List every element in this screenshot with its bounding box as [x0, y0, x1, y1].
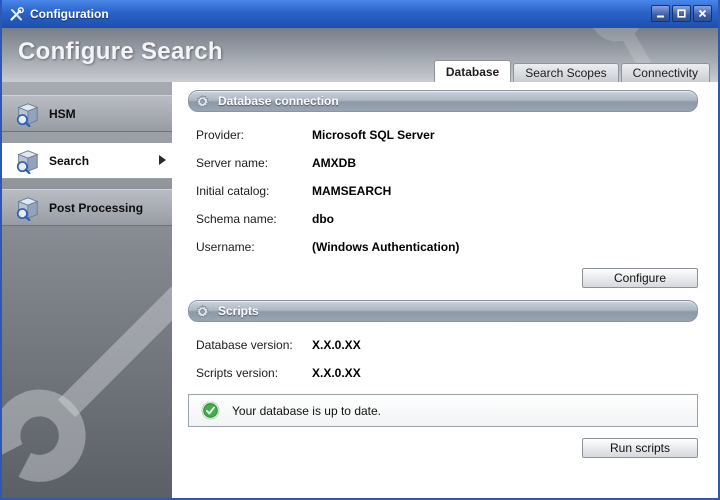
maximize-button[interactable]: [672, 5, 691, 22]
post-processing-server-icon: [14, 195, 40, 221]
window-title: Configuration: [30, 7, 109, 21]
tab-bar: Database Search Scopes Connectivity: [432, 60, 710, 82]
sidebar-item-post-processing[interactable]: Post Processing: [2, 189, 172, 226]
tab-database[interactable]: Database: [434, 60, 511, 82]
sidebar-item-hsm[interactable]: HSM: [2, 95, 172, 132]
field-value: dbo: [312, 212, 334, 227]
field-label: Provider:: [196, 128, 312, 143]
field-row-database-version: Database version: X.X.0.XX: [196, 338, 698, 353]
configure-button[interactable]: Configure: [582, 268, 698, 288]
gear-icon: [195, 94, 210, 109]
sidebar-item-label: Post Processing: [49, 201, 143, 215]
section-header-scripts: Scripts: [188, 300, 698, 322]
tools-icon: [9, 7, 24, 22]
field-value: MAMSEARCH: [312, 184, 391, 199]
tab-search-scopes[interactable]: Search Scopes: [513, 63, 618, 82]
field-value: Microsoft SQL Server: [312, 128, 434, 143]
configuration-window: Configuration Configure Search D: [0, 0, 720, 500]
window-controls: [651, 5, 712, 22]
field-row-username: Username: (Windows Authentication): [196, 240, 698, 255]
success-check-icon: [201, 401, 220, 420]
page-header: Configure Search Database Search Scopes …: [2, 28, 718, 82]
field-row-provider: Provider: Microsoft SQL Server: [196, 128, 698, 143]
tab-connectivity[interactable]: Connectivity: [621, 63, 710, 82]
field-label: Scripts version:: [196, 366, 312, 381]
section-title: Database connection: [218, 94, 339, 108]
field-value: X.X.0.XX: [312, 338, 361, 353]
field-value: X.X.0.XX: [312, 366, 361, 381]
minimize-button[interactable]: [651, 5, 670, 22]
field-value: AMXDB: [312, 156, 356, 171]
selected-item-arrow-icon: [159, 155, 166, 165]
titlebar[interactable]: Configuration: [2, 0, 718, 28]
field-row-server-name: Server name: AMXDB: [196, 156, 698, 171]
status-box: Your database is up to date.: [188, 394, 698, 427]
search-server-icon: [14, 148, 40, 174]
sidebar-item-label: HSM: [49, 107, 76, 121]
field-row-schema-name: Schema name: dbo: [196, 212, 698, 227]
hsm-server-icon: [14, 101, 40, 127]
field-label: Initial catalog:: [196, 184, 312, 199]
field-row-initial-catalog: Initial catalog: MAMSEARCH: [196, 184, 698, 199]
sidebar: HSM Search: [2, 82, 172, 498]
section-title: Scripts: [218, 304, 259, 318]
run-scripts-button[interactable]: Run scripts: [582, 438, 698, 458]
sidebar-item-label: Search: [49, 154, 89, 168]
configure-button-row: Configure: [188, 268, 698, 288]
run-scripts-button-row: Run scripts: [188, 438, 698, 458]
wrench-watermark-icon: [2, 238, 172, 498]
field-label: Username:: [196, 240, 312, 255]
close-button[interactable]: [693, 5, 712, 22]
field-label: Database version:: [196, 338, 312, 353]
page-title: Configure Search: [18, 38, 223, 66]
field-row-scripts-version: Scripts version: X.X.0.XX: [196, 366, 698, 381]
sidebar-item-search[interactable]: Search: [2, 142, 172, 179]
content-panel: Database connection Provider: Microsoft …: [172, 82, 718, 498]
status-message: Your database is up to date.: [232, 404, 381, 418]
gear-icon: [195, 304, 210, 319]
field-label: Schema name:: [196, 212, 312, 227]
field-value: (Windows Authentication): [312, 240, 459, 255]
section-header-database-connection: Database connection: [188, 90, 698, 112]
field-label: Server name:: [196, 156, 312, 171]
